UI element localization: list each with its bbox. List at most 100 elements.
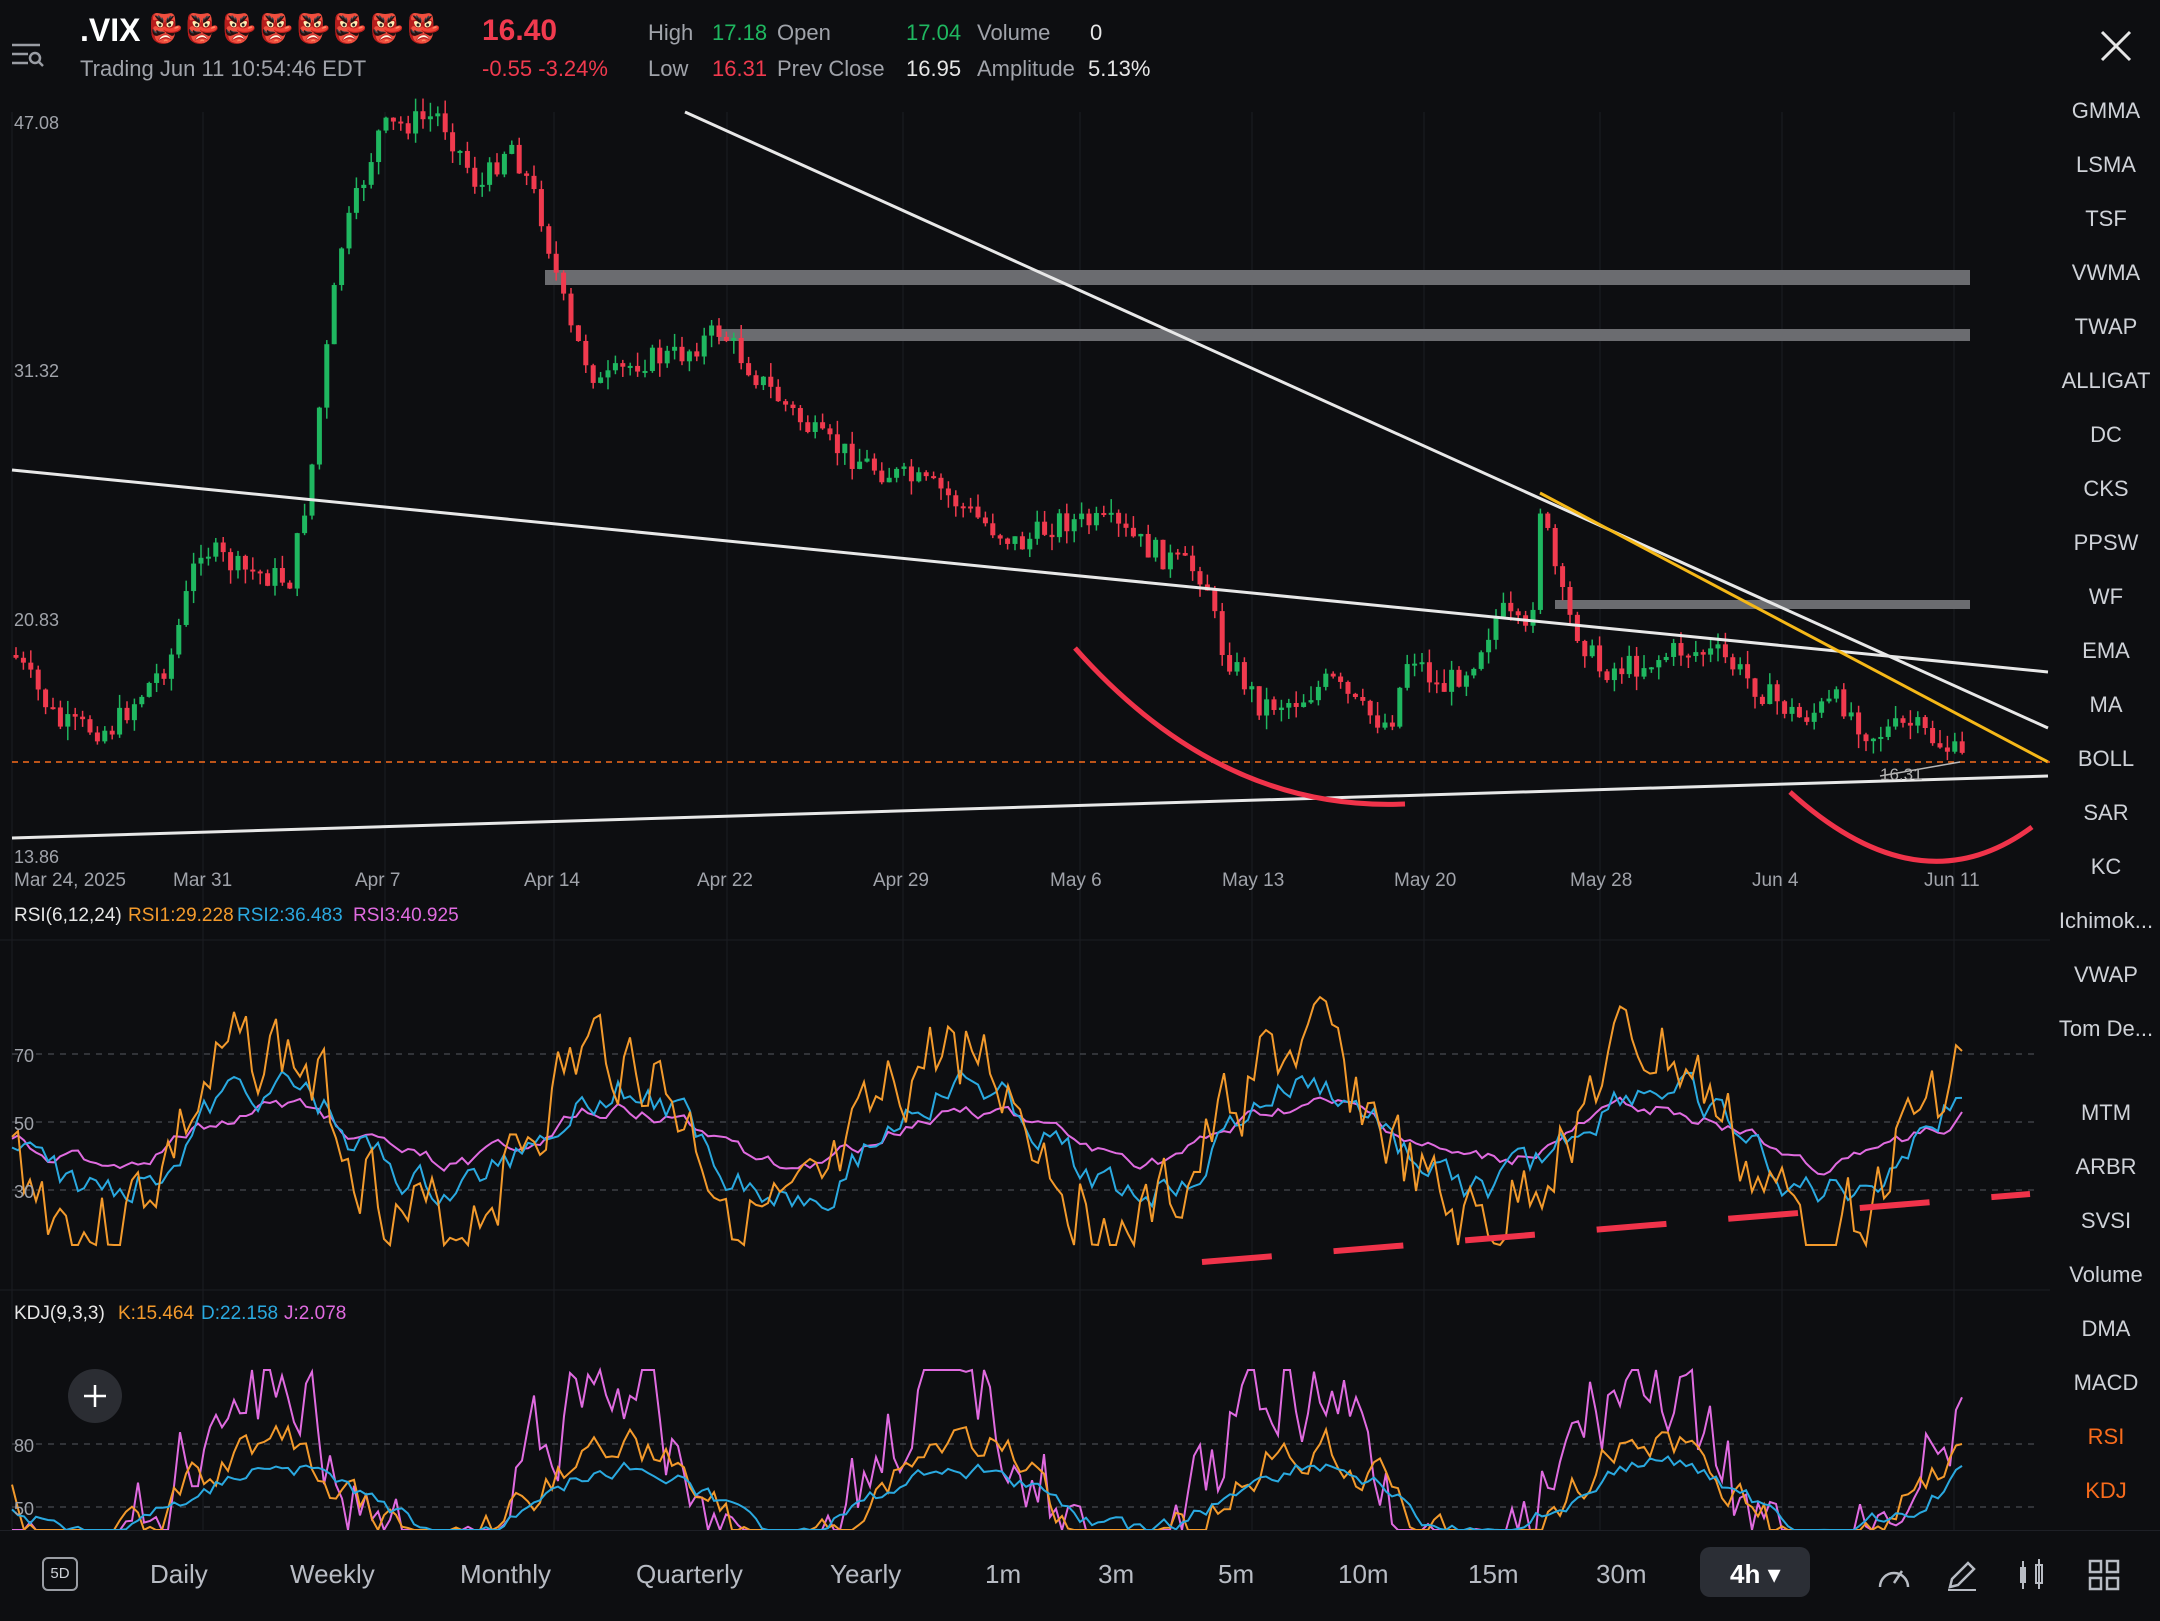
candle [620, 363, 626, 367]
candle [1856, 712, 1862, 735]
sidebar-item-rsi[interactable]: RSI [2050, 1424, 2160, 1450]
sidebar-item-ppsw[interactable]: PPSW [2050, 530, 2160, 556]
candle [997, 535, 1003, 539]
add-indicator-button[interactable] [68, 1369, 122, 1423]
timeframe-3m[interactable]: 3m [1098, 1559, 1134, 1590]
sidebar-item-macd[interactable]: MACD [2050, 1370, 2160, 1396]
sidebar-item-volume[interactable]: Volume [2050, 1262, 2160, 1288]
timeframe-30m[interactable]: 30m [1596, 1559, 1647, 1590]
sidebar-item-sar[interactable]: SAR [2050, 800, 2160, 826]
sidebar-item-alligat[interactable]: ALLIGAT [2050, 368, 2160, 394]
timeframe-5m[interactable]: 5m [1218, 1559, 1254, 1590]
sidebar-item-tomde[interactable]: Tom De... [2050, 1016, 2160, 1042]
candle [1034, 521, 1040, 539]
candle [664, 350, 670, 364]
timeframe-15m[interactable]: 15m [1468, 1559, 1519, 1590]
candle [398, 121, 404, 124]
x-label: Jun 4 [1752, 870, 1799, 891]
gauge-icon[interactable] [1876, 1559, 1912, 1595]
timeframe-weekly[interactable]: Weekly [290, 1559, 375, 1590]
sidebar-item-twap[interactable]: TWAP [2050, 314, 2160, 340]
candle [1900, 718, 1906, 723]
sidebar-item-gmma[interactable]: GMMA [2050, 98, 2160, 124]
sidebar-item-arbr[interactable]: ARBR [2050, 1154, 2160, 1180]
sidebar-item-boll[interactable]: BOLL [2050, 746, 2160, 772]
timeframe-quarterly[interactable]: Quarterly [636, 1559, 743, 1590]
candle [731, 337, 737, 341]
candle [1722, 644, 1728, 658]
candle [1848, 712, 1854, 717]
candle [1286, 702, 1292, 708]
timeframe-yearly[interactable]: Yearly [830, 1559, 901, 1590]
sidebar-item-mtm[interactable]: MTM [2050, 1100, 2160, 1126]
sidebar-item-tsf[interactable]: TSF [2050, 206, 2160, 232]
candle [1182, 553, 1188, 556]
kdj-k-line [11, 1423, 1963, 1530]
candle [1589, 645, 1595, 657]
chart-area[interactable]: 47.08 31.32 20.83 13.86 16.31 Mar 24, 20… [0, 0, 2050, 1530]
candle [598, 377, 604, 383]
five-day-button[interactable]: 5D [42, 1557, 78, 1591]
sidebar-item-vwma[interactable]: VWMA [2050, 260, 2160, 286]
candle [87, 719, 93, 733]
candle [57, 707, 63, 727]
candle [1893, 718, 1899, 727]
sidebar-item-kdj[interactable]: KDJ [2050, 1478, 2160, 1504]
sidebar-item-kc[interactable]: KC [2050, 854, 2160, 880]
candle [820, 422, 826, 429]
sidebar-item-ichimok[interactable]: Ichimok... [2050, 908, 2160, 934]
candle [1271, 699, 1277, 711]
close-icon[interactable] [2096, 26, 2136, 66]
timeframe-1m[interactable]: 1m [985, 1559, 1021, 1590]
sidebar-item-cks[interactable]: CKS [2050, 476, 2160, 502]
sidebar-item-lsma[interactable]: LSMA [2050, 152, 2160, 178]
sidebar-item-dc[interactable]: DC [2050, 422, 2160, 448]
sidebar-item-dma[interactable]: DMA [2050, 1316, 2160, 1342]
trend-line-support [11, 774, 2049, 840]
sidebar-item-vwap[interactable]: VWAP [2050, 962, 2160, 988]
x-label: May 13 [1222, 870, 1284, 891]
candle [368, 162, 374, 185]
candle [1456, 669, 1462, 687]
kdj-d-line [11, 1455, 1963, 1530]
candle [1167, 552, 1173, 570]
candle [427, 116, 433, 120]
sidebar-item-ma[interactable]: MA [2050, 692, 2160, 718]
timeframe-bar: 5D Daily Weekly Monthly Quarterly Yearly 1m 3m… [0, 1530, 2160, 1621]
layout-grid-icon[interactable] [2086, 1557, 2122, 1593]
x-label: Apr 14 [524, 870, 580, 891]
timeframe-10m[interactable]: 10m [1338, 1559, 1389, 1590]
draw-pen-icon[interactable] [1944, 1557, 1980, 1593]
candle [1412, 663, 1418, 666]
candle [1626, 655, 1632, 675]
candle [242, 555, 248, 570]
candle [1323, 673, 1329, 687]
candle [753, 375, 759, 386]
candle [1715, 644, 1721, 649]
candle [1641, 668, 1647, 677]
candle [775, 386, 781, 402]
y-label-3: 13.86 [14, 847, 59, 867]
candle [1656, 660, 1662, 668]
candle [864, 458, 870, 462]
candle [546, 226, 552, 254]
sidebar-item-wf[interactable]: WF [2050, 584, 2160, 610]
timeframe-4h[interactable]: 4h ▾ [1730, 1559, 1781, 1590]
sidebar-item-svsi[interactable]: SVSI [2050, 1208, 2160, 1234]
rsi2-line [11, 1069, 1963, 1212]
candle [1870, 738, 1876, 742]
timeframe-monthly[interactable]: Monthly [460, 1559, 551, 1590]
candle [538, 189, 544, 227]
candle [886, 477, 892, 483]
sidebar-item-ema[interactable]: EMA [2050, 638, 2160, 664]
candle [1833, 689, 1839, 699]
candle [213, 542, 219, 557]
trend-line-descending-minor [11, 468, 2049, 674]
candle [1330, 673, 1336, 677]
timeframe-daily[interactable]: Daily [150, 1559, 208, 1590]
candle [1397, 687, 1403, 727]
candle-type-icon[interactable] [2014, 1557, 2050, 1593]
kdj-level-label-80: 80 [14, 1436, 34, 1456]
candle [479, 184, 485, 187]
kdj-k-value: K:15.464 [118, 1303, 195, 1324]
